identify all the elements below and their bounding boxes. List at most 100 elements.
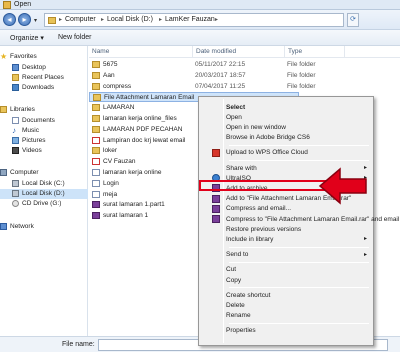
organize-button[interactable]: Organize ▾ <box>10 34 44 42</box>
pictures-icon <box>12 137 19 144</box>
sidebar-libraries[interactable]: Libraries <box>0 105 88 115</box>
videos-icon <box>12 147 19 154</box>
folder-icon <box>92 61 100 68</box>
menu-item-label: Browse in Adobe Bridge CS6 <box>226 134 310 142</box>
folder-icon <box>92 147 100 155</box>
refresh-button[interactable]: ⟳ <box>347 13 359 27</box>
sidebar-item-pictures[interactable]: Pictures <box>0 136 88 146</box>
column-type[interactable]: Type <box>285 46 345 58</box>
menu-separator <box>229 144 369 146</box>
menu-item-label: Delete <box>226 301 245 309</box>
file-name: lamaran kerja online <box>103 169 162 176</box>
sidebar-item-local-disk-d[interactable]: Local Disk (D:) <box>0 189 88 199</box>
file-name: File Attachment Lamaran Email <box>104 94 195 102</box>
back-button[interactable]: ◂ <box>3 13 16 26</box>
address-bar-area: ◂ ▸ ▾ ▸ Computer ▸ Local Disk (D:) ▸ Lam… <box>0 10 400 30</box>
recent-places-icon <box>12 74 19 81</box>
new-folder-button[interactable]: New folder <box>58 34 91 41</box>
menu-item-label: Send to <box>226 251 249 259</box>
menu-item-label: Cut <box>226 266 237 274</box>
drive-icon <box>12 190 19 197</box>
file-type: File folder <box>287 61 316 68</box>
window-title: Open <box>14 1 32 8</box>
sidebar-item-music[interactable]: ♪ Music <box>0 126 88 136</box>
sidebar-item-recent-places[interactable]: Recent Places <box>0 73 88 83</box>
folder-icon <box>92 71 100 79</box>
address-bar[interactable]: ▸ Computer ▸ Local Disk (D:) ▸ LamKer Fa… <box>44 13 344 27</box>
file-row[interactable]: Aan 20/03/2017 18:57 File folder <box>89 71 316 81</box>
column-date-modified[interactable]: Date modified <box>193 46 285 58</box>
file-name: loker <box>103 147 118 155</box>
rar-icon <box>92 201 100 209</box>
pdf-icon <box>92 136 100 144</box>
menu-item-rename[interactable]: Rename <box>221 311 371 322</box>
menu-item-label: Copy <box>226 276 242 284</box>
doc-icon <box>92 179 100 187</box>
menu-item-copy[interactable]: Copy <box>221 275 371 286</box>
file-name: compress <box>103 82 132 90</box>
forward-button[interactable]: ▸ <box>18 13 31 26</box>
rar-icon <box>212 215 220 223</box>
sidebar-item-downloads[interactable]: Downloads <box>0 83 88 93</box>
rar-icon <box>92 212 100 220</box>
menu-separator <box>229 261 369 263</box>
file-name: lamaran kerja online_files <box>103 115 177 122</box>
sidebar-favorites[interactable]: ★ Favorites <box>0 52 88 62</box>
downloads-icon <box>12 84 19 91</box>
libraries-icon <box>0 106 7 113</box>
file-name: Aan <box>103 71 115 79</box>
column-name[interactable]: Name <box>89 46 193 58</box>
file-date: 20/03/2017 18:57 <box>195 71 246 79</box>
menu-separator <box>229 322 369 324</box>
folder-icon <box>93 94 101 102</box>
computer-icon <box>0 169 7 176</box>
breadcrumb-local-disk[interactable]: Local Disk (D:) <box>107 16 153 23</box>
title-bar: Open <box>0 0 400 10</box>
file-date: 05/11/2017 22:15 <box>195 61 246 68</box>
menu-separator <box>229 160 369 161</box>
menu-item-label: Upload to WPS Office Cloud <box>226 149 308 157</box>
file-name-label: File name: <box>62 341 95 348</box>
file-name: surat lamaran 1 <box>103 212 149 220</box>
file-name: Lampiran doc krj lewat email <box>103 136 186 144</box>
menu-item-properties[interactable]: Properties <box>221 326 371 337</box>
file-name: LAMARAN PDF PECAHAN <box>103 125 183 133</box>
network-icon <box>0 223 7 230</box>
menu-separator <box>229 287 369 289</box>
menu-item-send-to[interactable]: Send to ▸ <box>221 250 371 261</box>
folder-icon <box>92 104 100 112</box>
file-name: LAMARAN <box>103 104 135 112</box>
file-row[interactable]: 5675 05/11/2017 22:15 File folder <box>89 60 316 70</box>
sidebar-item-documents[interactable]: Documents <box>0 116 88 126</box>
wps-icon <box>212 148 220 157</box>
doc-icon <box>92 169 100 176</box>
menu-item-label: Rename <box>226 312 251 320</box>
menu-item-browse-in-adobe-bridge-cs6[interactable]: Browse in Adobe Bridge CS6 <box>221 133 371 144</box>
file-type: File folder <box>287 82 316 90</box>
sidebar-computer[interactable]: Computer <box>0 168 88 178</box>
menu-separator <box>229 246 369 248</box>
sidebar-item-cd-drive[interactable]: CD Drive (G:) <box>0 199 88 209</box>
menu-item-upload-to-wps-office-cloud[interactable]: Upload to WPS Office Cloud <box>212 148 371 159</box>
column-header-row: Name Date modified Type <box>89 46 400 58</box>
menu-item-label: Properties <box>226 327 256 335</box>
breadcrumb-computer[interactable]: Computer <box>65 16 96 23</box>
menu-item-include-in-library[interactable]: Include in library ▸ <box>221 234 371 245</box>
sidebar-item-local-disk-c[interactable]: Local Disk (C:) <box>0 179 88 189</box>
sidebar-item-desktop[interactable]: Desktop <box>0 63 88 73</box>
file-date: 07/04/2017 11:25 <box>195 82 246 90</box>
file-row[interactable]: compress 07/04/2017 11:25 File folder <box>89 82 316 92</box>
folder-icon <box>92 82 100 90</box>
rar-icon <box>212 194 220 203</box>
toolbar: Organize ▾ New folder <box>0 30 400 46</box>
menu-item-label: Compress to "File Attachment Lamaran Ema… <box>226 215 400 223</box>
sidebar-item-videos[interactable]: Videos <box>0 146 88 156</box>
chevron-down-icon[interactable]: ▾ <box>34 17 41 24</box>
rar-icon <box>212 204 220 213</box>
menu-item-label: Restore previous versions <box>226 225 302 233</box>
menu-item-label: Select <box>226 103 246 111</box>
menu-item-label: Include in library <box>226 235 274 243</box>
doc-icon <box>92 190 100 198</box>
sidebar-network[interactable]: Network <box>0 222 88 232</box>
breadcrumb-lamker-fauzan[interactable]: LamKer Fauzan <box>165 16 215 23</box>
